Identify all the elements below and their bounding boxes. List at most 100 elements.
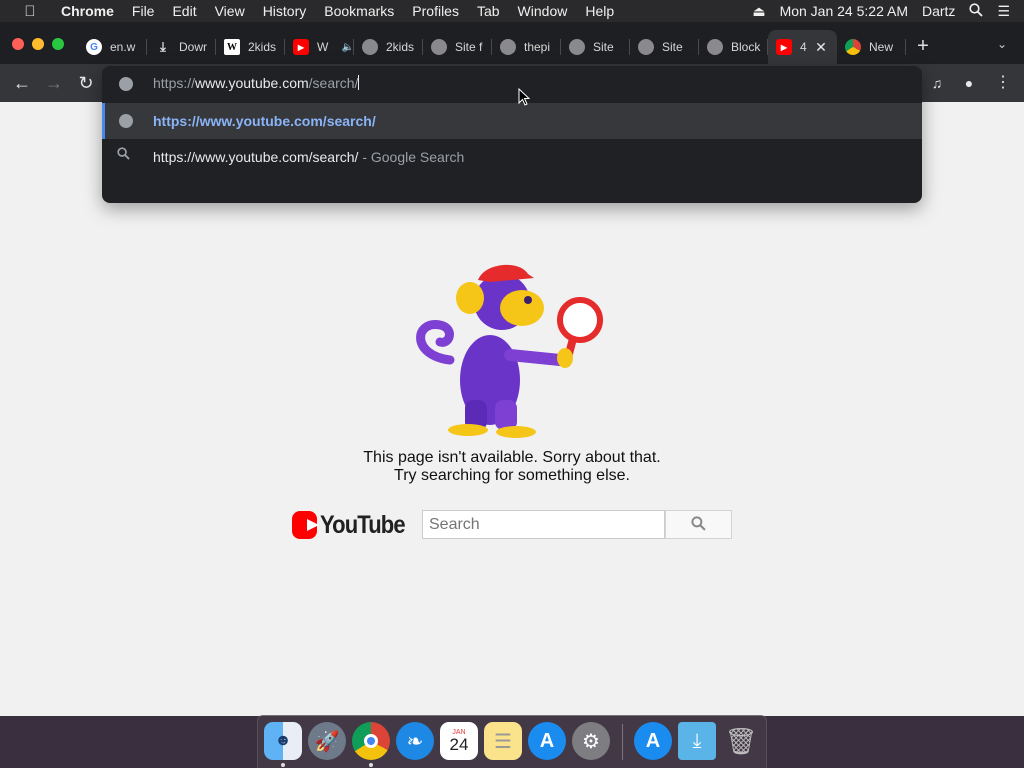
site-info-globe-icon[interactable] [119, 77, 133, 91]
launchpad-icon[interactable]: 🚀 [308, 722, 346, 760]
finder-icon[interactable]: ☻ [264, 722, 302, 760]
spotlight-search-icon[interactable] [969, 2, 984, 20]
youtube-logo[interactable]: YouTube [292, 511, 416, 539]
tab-site-1[interactable]: Site f [423, 30, 492, 64]
suggestion-search-text: https://www.youtube.com/search/ - Google… [153, 149, 464, 165]
tab-title: 2kids [248, 40, 277, 54]
youtube-wordmark: YouTube [319, 510, 406, 539]
omnibox-dropdown: https://www.youtube.com/search/ https://… [102, 66, 922, 203]
download-icon: ⤓ [160, 39, 166, 54]
minimize-window-button[interactable] [32, 38, 44, 50]
notes-icon[interactable]: ☰ [484, 722, 522, 760]
address-bar-input[interactable]: https://www.youtube.com/search/ [153, 75, 360, 91]
app-store-downloads-icon[interactable]: A [634, 722, 672, 760]
tab-title: Block [731, 40, 761, 54]
user-name[interactable]: Dartz [922, 3, 955, 19]
menu-window[interactable]: Window [509, 3, 577, 19]
menu-file[interactable]: File [123, 3, 164, 19]
app-store-icon[interactable]: A [528, 722, 566, 760]
eject-icon[interactable]: ⏏ [752, 3, 765, 20]
globe-icon [119, 114, 133, 128]
tab-site-3[interactable]: Site [630, 30, 699, 64]
tab-title: thepi [524, 40, 551, 54]
error-message: This page isn't available. Sorry about t… [363, 449, 661, 466]
url-path: /search/ [308, 75, 359, 91]
youtube-search-button[interactable] [665, 510, 732, 539]
url-host: www.youtube.com [195, 75, 309, 91]
globe-icon [569, 39, 585, 55]
menu-chrome[interactable]: Chrome [52, 3, 123, 19]
suggestion-url-text: https://www.youtube.com/search/ [153, 113, 376, 129]
clock[interactable]: Mon Jan 24 5:22 AM [780, 3, 908, 19]
chrome-icon[interactable] [352, 722, 390, 760]
dock-divider [622, 724, 623, 760]
speaker-icon[interactable]: 🔈 [342, 42, 354, 53]
chrome-icon [845, 39, 861, 55]
tab-title: 2kids [386, 40, 415, 54]
notification-center-icon[interactable]: ☰ [997, 3, 1010, 20]
media-control-icon[interactable]: ♫ [926, 72, 948, 94]
downloads-folder-icon[interactable]: ⤓ [678, 722, 716, 760]
tab-wikipedia[interactable]: W 2kids [216, 30, 285, 64]
calendar-day: 24 [449, 735, 469, 754]
menu-view[interactable]: View [206, 3, 254, 19]
tab-title: Site [662, 40, 683, 54]
forward-button[interactable]: → [42, 72, 66, 94]
suggestion-query: https://www.youtube.com/search/ [153, 149, 359, 165]
tab-search-chevron-icon[interactable]: ⌄ [992, 37, 1012, 57]
more-menu-icon[interactable]: ⋮ [992, 72, 1014, 94]
mouse-cursor-icon [518, 88, 530, 106]
tab-thepi[interactable]: thepi [492, 30, 561, 64]
suggestion-url[interactable]: https://www.youtube.com/search/ [102, 103, 922, 139]
menu-help[interactable]: Help [576, 3, 623, 19]
tab-title: Dowr [179, 40, 208, 54]
chrome-window: G en.w ⤓ Dowr W 2kids ▶ W 🔈 2kids Site f… [0, 22, 1024, 716]
globe-icon [707, 39, 723, 55]
safari-icon[interactable]: ❧ [396, 722, 434, 760]
url-scheme: https:// [153, 75, 196, 91]
menu-bar:  Chrome File Edit View History Bookmark… [0, 0, 1024, 22]
tab-site-2[interactable]: Site [561, 30, 630, 64]
close-window-button[interactable] [12, 38, 24, 50]
apple-icon[interactable]:  [18, 3, 42, 20]
globe-icon [362, 39, 378, 55]
tab-title: Site [593, 40, 614, 54]
back-button[interactable]: ← [10, 72, 34, 94]
address-bar[interactable]: https://www.youtube.com/search/ [102, 66, 922, 102]
new-tab-button[interactable]: + [912, 36, 934, 58]
tab-strip: G en.w ⤓ Dowr W 2kids ▶ W 🔈 2kids Site f… [0, 22, 1024, 64]
suggestion-google-search[interactable]: https://www.youtube.com/search/ - Google… [102, 139, 922, 175]
menu-profiles[interactable]: Profiles [403, 3, 468, 19]
tab-2kids[interactable]: 2kids [354, 30, 423, 64]
globe-icon [638, 39, 654, 55]
youtube-play-icon [292, 511, 319, 539]
error-suggestion: Try searching for something else. [394, 467, 630, 484]
menu-tab[interactable]: Tab [468, 3, 509, 19]
google-icon: G [86, 39, 102, 55]
youtube-icon: ▶ [776, 39, 792, 55]
fullscreen-window-button[interactable] [52, 38, 64, 50]
search-icon [117, 147, 133, 163]
close-tab-icon[interactable]: ✕ [813, 39, 829, 55]
globe-icon [500, 39, 516, 55]
profile-icon[interactable]: ● [958, 72, 980, 94]
menu-edit[interactable]: Edit [163, 3, 205, 19]
trash-icon[interactable]: 🗑 [722, 722, 760, 760]
tab-google-en[interactable]: G en.w [78, 30, 147, 64]
menu-bookmarks[interactable]: Bookmarks [315, 3, 403, 19]
reload-button[interactable]: ↻ [74, 72, 98, 94]
calendar-icon[interactable]: JAN 24 [440, 722, 478, 760]
text-caret [358, 75, 360, 90]
tab-youtube-active[interactable]: ▶ 4 ✕ [768, 30, 837, 64]
tab-youtube-audio[interactable]: ▶ W 🔈 [285, 30, 354, 64]
dock: ☻ 🚀 ❧ JAN 24 ☰ A ⚙ A ⤓ 🗑 [257, 715, 767, 768]
tab-block[interactable]: Block [699, 30, 768, 64]
menu-history[interactable]: History [254, 3, 316, 19]
youtube-icon: ▶ [293, 39, 309, 55]
youtube-search-input[interactable] [422, 510, 665, 539]
system-preferences-icon[interactable]: ⚙ [572, 722, 610, 760]
tab-title: Site f [455, 40, 483, 54]
youtube-monkey-illustration [416, 264, 603, 438]
tab-new[interactable]: New [837, 30, 906, 64]
tab-download[interactable]: ⤓ Dowr [147, 30, 216, 64]
